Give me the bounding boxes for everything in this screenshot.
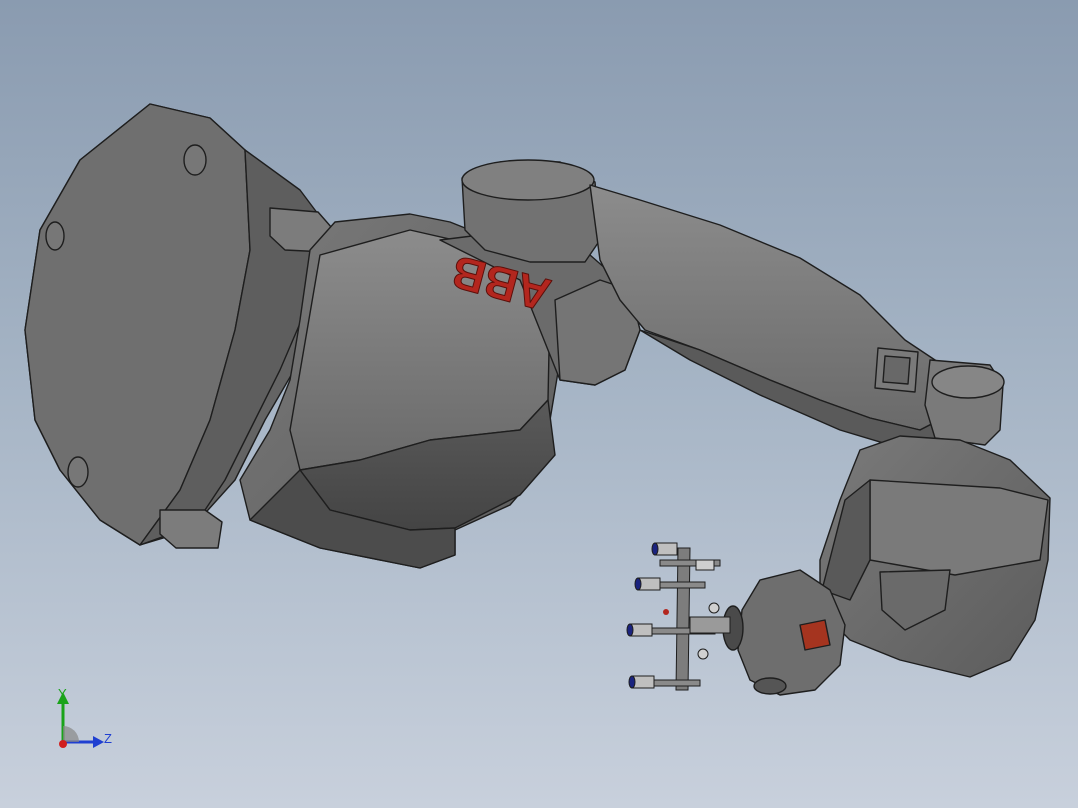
flange-accent xyxy=(799,619,831,651)
suction-cup xyxy=(626,623,653,637)
wrist-joint[interactable] xyxy=(924,359,1005,446)
forearm-link[interactable] xyxy=(589,184,956,449)
z-axis-arrowhead xyxy=(93,736,104,748)
suction-cup xyxy=(634,577,661,591)
suction-cup xyxy=(628,675,655,689)
coordinate-triad: Y Z xyxy=(57,686,112,748)
base-bolt-hole xyxy=(67,456,89,488)
suction-gripper[interactable] xyxy=(626,542,731,691)
base-bolt-hole xyxy=(45,221,65,251)
y-axis-label: Y xyxy=(58,686,67,701)
z-axis-label: Z xyxy=(104,731,112,746)
suction-cup xyxy=(651,542,678,556)
connector-block xyxy=(159,509,223,549)
x-axis-dot xyxy=(59,740,67,748)
3d-viewport[interactable]: ABB Y Z xyxy=(0,0,1078,808)
robot-scene[interactable]: ABB Y Z xyxy=(0,0,1078,808)
tool-flange[interactable] xyxy=(722,569,846,696)
base-bolt-hole xyxy=(183,144,207,176)
gripper-marker xyxy=(663,609,669,615)
triad-plane xyxy=(63,726,79,742)
wrist-housing[interactable] xyxy=(819,435,1051,678)
elbow-joint[interactable] xyxy=(461,159,601,263)
suction-cup xyxy=(695,559,720,660)
